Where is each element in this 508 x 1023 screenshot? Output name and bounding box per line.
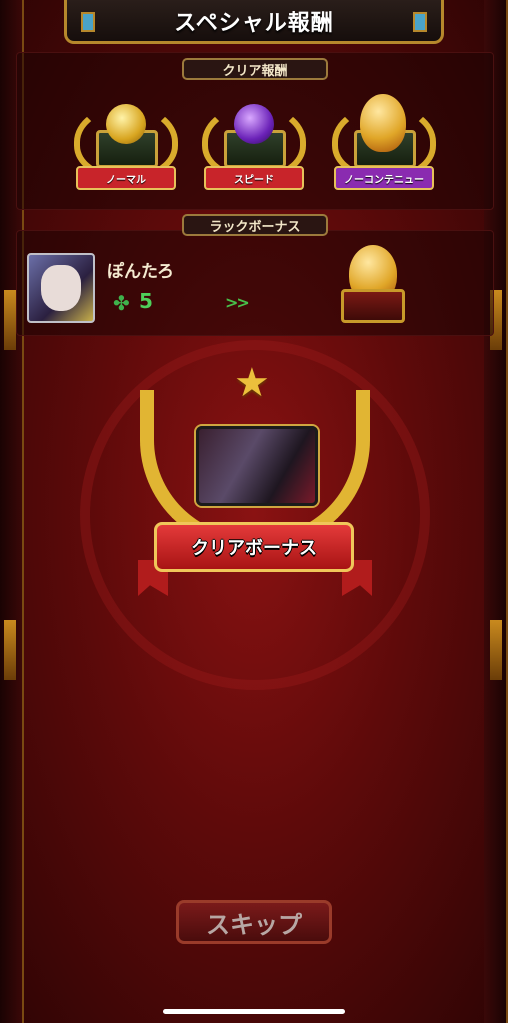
reward-normal: ノーマル xyxy=(66,94,186,206)
reward-ribbon: ノーマル xyxy=(76,166,176,190)
reward-ribbon: ノーコンテニュー xyxy=(334,166,434,190)
avatar xyxy=(27,253,95,323)
character-face-icon xyxy=(41,265,81,311)
gem-icon xyxy=(413,12,427,32)
purple-orb-icon xyxy=(234,104,274,144)
page-title: スペシャル報酬 xyxy=(174,10,334,36)
luck-value: 5 xyxy=(139,289,153,313)
header-bar: スペシャル報酬 xyxy=(64,0,444,44)
clover-icon: ✤ xyxy=(113,291,130,315)
gem-icon xyxy=(81,12,95,32)
chest-icon xyxy=(341,289,405,323)
home-indicator[interactable] xyxy=(163,1009,345,1014)
reward-speed: スピード xyxy=(194,94,314,206)
luck-bonus-label: ラックボーナス xyxy=(182,214,328,236)
clear-bonus-ribbon: クリアボーナス xyxy=(154,522,354,572)
luck-reward xyxy=(339,245,409,329)
clear-reward-label: クリア報酬 xyxy=(182,58,328,80)
luck-bonus-panel: ぽんたろ ✤ 5 >> xyxy=(16,230,494,336)
arrow-indicator: >> xyxy=(225,293,250,312)
player-name: ぽんたろ xyxy=(107,262,174,282)
clear-bonus-emblem: ★ クリアボーナス xyxy=(130,360,380,610)
reward-ribbon: スピード xyxy=(204,166,304,190)
star-icon: ★ xyxy=(234,360,270,406)
skip-button[interactable]: スキップ xyxy=(176,900,332,944)
character-portrait xyxy=(196,426,318,506)
gold-coin-icon xyxy=(106,104,146,144)
golden-egg-icon xyxy=(360,94,406,152)
reward-no-continue: ノーコンテニュー xyxy=(324,94,444,206)
